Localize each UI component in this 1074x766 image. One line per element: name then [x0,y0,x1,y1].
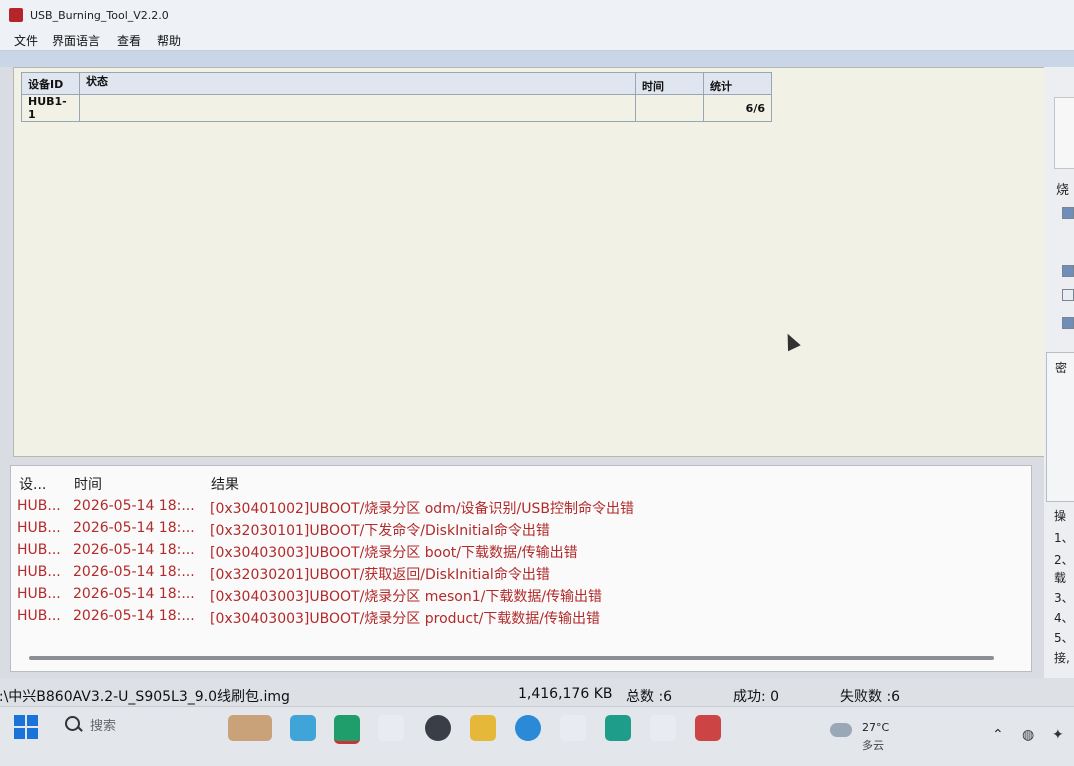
wechat-icon[interactable] [334,715,360,744]
log-device: HUB... [17,608,61,624]
status-file-path: E:\中兴B860AV3.2-U_S905L3_9.0线刷包.img [0,689,290,705]
log-col-device: 设... [19,477,47,493]
side-action-button[interactable] [1054,97,1074,169]
chevron-up-icon[interactable]: ⌃ [992,727,1004,743]
mouse-pointer-icon [781,330,801,352]
app-icon-3[interactable] [560,715,586,741]
side-checkbox-1[interactable] [1062,207,1074,219]
tray-icon[interactable]: ✦ [1052,727,1064,743]
monitor-app-icon[interactable] [605,715,631,741]
side-checkbox-3[interactable] [1062,289,1074,301]
menu-bar: 文件 界面语言 查看 帮助 [0,28,1074,51]
app-icon [9,8,23,22]
side-panel: 烧 密 操 1、 2、 载 3、 4、 5、 接, [1044,67,1074,707]
log-result: [0x30403003]UBOOT/烧录分区 product/下载数据/传输出错 [210,611,601,627]
col-stats: 统计 [703,72,772,95]
log-time: 2026-05-14 18:... [73,498,195,514]
app-icon-2[interactable] [378,715,404,741]
edge-browser-icon[interactable] [515,715,541,741]
stats-cell: 6/6 [703,94,772,122]
status-total: 总数 :6 [626,689,673,705]
log-result: [0x30403003]UBOOT/烧录分区 boot/下载数据/传输出错 [210,545,578,561]
device-table-header: 设备ID 状态 时间 统计 [21,72,772,95]
side-checkbox-2[interactable] [1062,265,1074,277]
usb-burning-tool-icon[interactable] [695,715,721,741]
col-device-id: 设备ID [21,72,80,95]
taskbar-search-input[interactable]: 搜索 [90,715,116,734]
log-time: 2026-05-14 18:... [73,564,195,580]
search-icon[interactable] [65,716,80,731]
time-cell [635,94,704,122]
side-section-burn: 烧 [1056,183,1070,198]
device-grid-area: 设备ID 状态 时间 统计 HUB1-1 6/6 [13,67,1045,457]
cloud-app-icon[interactable] [650,715,676,741]
log-device: HUB... [17,586,61,602]
log-row[interactable]: HUB... 2026-05-14 18:... [0x30403003]UBO… [11,586,1031,608]
side-section-ops: 操 [1054,509,1067,523]
log-device: HUB... [17,498,61,514]
status-bar: E:\中兴B860AV3.2-U_S905L3_9.0线刷包.img 1,416… [0,678,1074,706]
device-id-cell: HUB1-1 [21,94,80,122]
weather-description: 多云 [862,739,884,752]
log-result: [0x30401002]UBOOT/烧录分区 odm/设备识别/USB控制命令出… [210,501,634,517]
log-panel[interactable]: 设... 时间 结果 HUB... 2026-05-14 18:... [0x3… [10,465,1032,672]
log-row[interactable]: HUB... 2026-05-14 18:... [0x32030101]UBO… [11,520,1031,542]
menu-file[interactable]: 文件 [14,32,38,49]
title-bar: USB_Burning_Tool_V2.2.0 [0,0,1074,28]
side-step: 3、 [1054,591,1074,605]
status-cell [79,94,636,122]
side-step: 接, [1054,651,1070,665]
log-row[interactable]: HUB... 2026-05-14 18:... [0x30403003]UBO… [11,542,1031,564]
log-horizontal-scrollbar[interactable] [29,656,994,660]
log-time: 2026-05-14 18:... [73,520,195,536]
log-time: 2026-05-14 18:... [73,586,195,602]
side-step: 载 [1054,571,1067,585]
weather-icon[interactable] [830,723,852,737]
table-row[interactable]: HUB1-1 6/6 [21,94,772,122]
taskbar: 搜索 27°C 多云 ⌃ ◍ ✦ [0,706,1074,766]
folder-icon[interactable] [470,715,496,741]
log-result: [0x30403003]UBOOT/烧录分区 meson1/下载数据/传输出错 [210,589,603,605]
log-row[interactable]: HUB... 2026-05-14 18:... [0x30403003]UBO… [11,608,1031,630]
log-col-time: 时间 [74,477,102,493]
log-device: HUB... [17,542,61,558]
log-result: [0x32030201]UBOOT/获取返回/DiskInitial命令出错 [210,567,550,583]
side-section-key: 密 [1055,361,1068,375]
menu-language[interactable]: 界面语言 [52,32,100,49]
log-device: HUB... [17,564,61,580]
toolbar-strip [0,51,1074,67]
status-fail: 失败数 :6 [840,689,901,705]
side-checkbox-4[interactable] [1062,317,1074,329]
log-col-result: 结果 [211,477,239,493]
log-row[interactable]: HUB... 2026-05-14 18:... [0x30401002]UBO… [11,498,1031,520]
side-step: 2、 [1054,553,1074,567]
menu-view[interactable]: 查看 [117,32,141,49]
app-icon-1[interactable] [290,715,316,741]
log-result: [0x32030101]UBOOT/下发命令/DiskInitial命令出错 [210,523,550,539]
window-title: USB_Burning_Tool_V2.2.0 [30,9,169,22]
col-time: 时间 [635,72,704,95]
windows-start-icon[interactable] [14,715,38,739]
side-step: 5、 [1054,631,1074,645]
menu-help[interactable]: 帮助 [157,32,181,49]
side-step: 1、 [1054,531,1074,545]
status-success: 成功: 0 [733,689,780,705]
device-table: 设备ID 状态 时间 统计 HUB1-1 6/6 [21,72,772,122]
log-row[interactable]: HUB... 2026-05-14 18:... [0x32030201]UBO… [11,564,1031,586]
col-status: 状态 [79,72,636,95]
log-device: HUB... [17,520,61,536]
weather-temperature: 27°C [862,721,890,734]
wifi-icon[interactable]: ◍ [1022,727,1034,743]
log-time: 2026-05-14 18:... [73,542,195,558]
side-key-box: 密 [1046,352,1074,502]
log-time: 2026-05-14 18:... [73,608,195,624]
avatar-icon[interactable] [425,715,451,741]
widgets-icon[interactable] [228,715,272,741]
side-step: 4、 [1054,611,1074,625]
status-file-size: 1,416,176 KB [518,686,613,702]
